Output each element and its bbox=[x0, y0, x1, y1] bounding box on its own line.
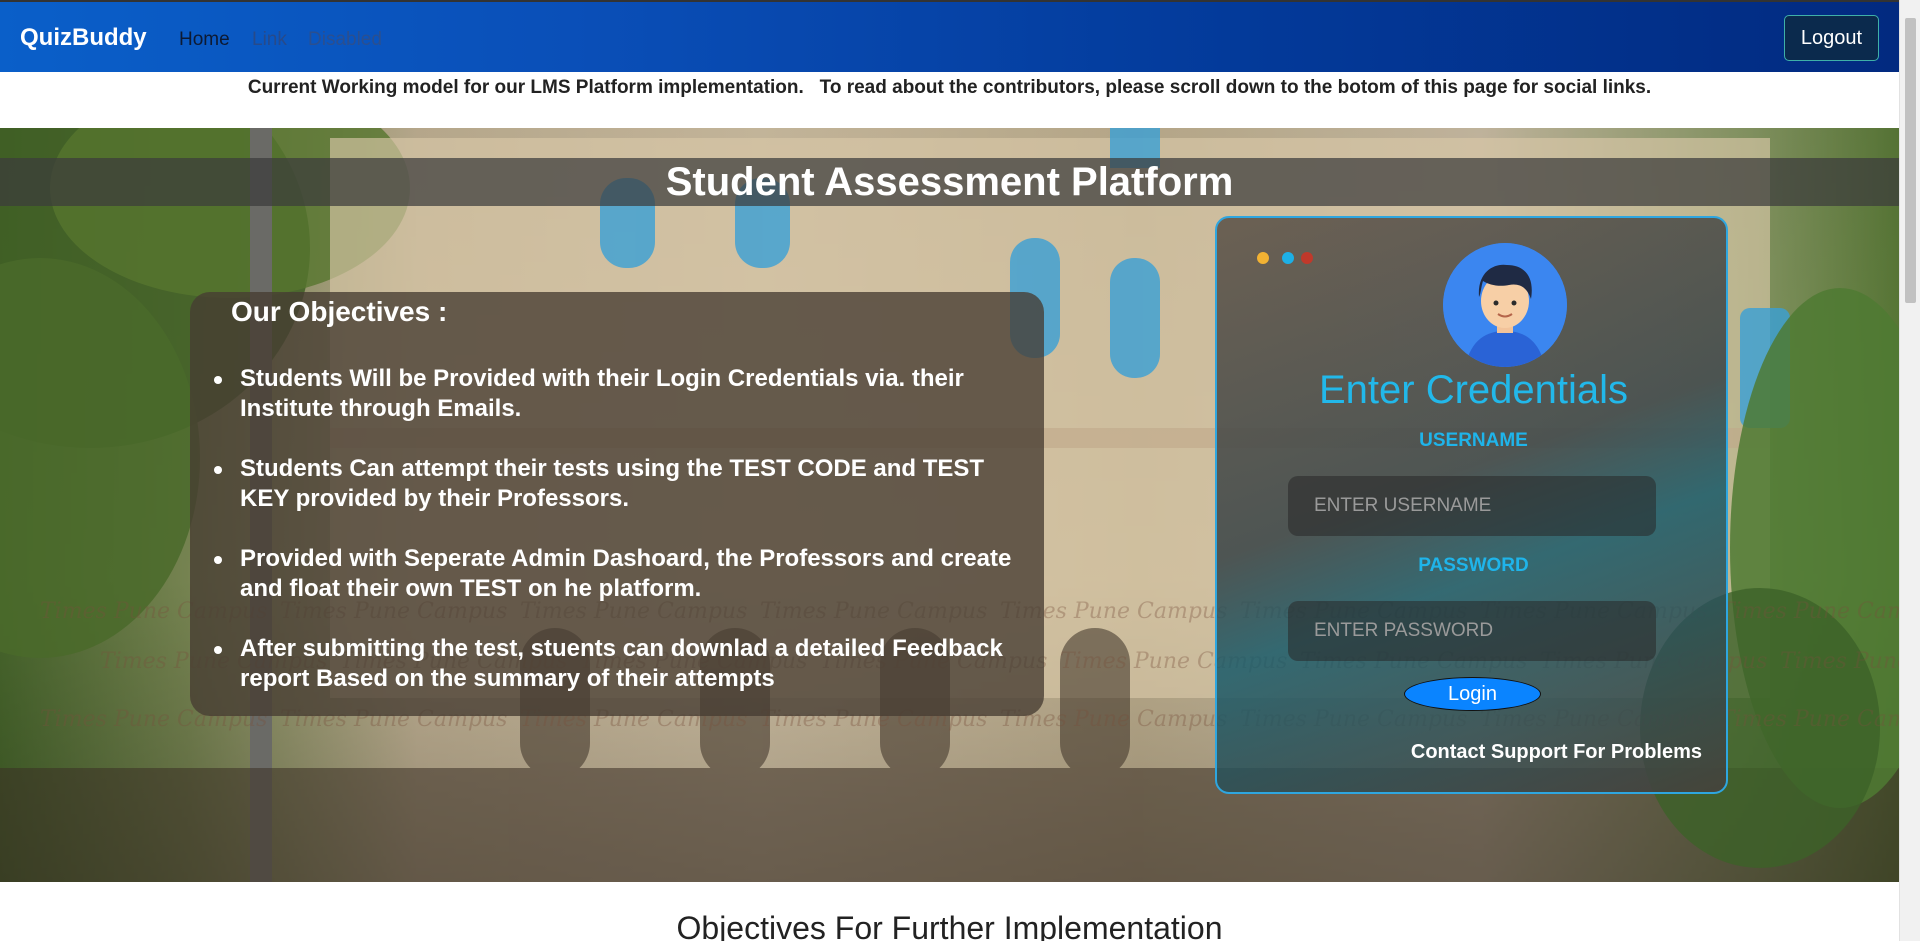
username-input[interactable] bbox=[1288, 476, 1656, 536]
user-avatar-icon bbox=[1443, 243, 1567, 367]
objective-text: Provided with Seperate Admin Dashoard, t… bbox=[240, 545, 1012, 602]
hero-title: Student Assessment Platform bbox=[665, 160, 1234, 204]
dot-yellow-icon bbox=[1257, 252, 1269, 264]
dot-blue-icon bbox=[1282, 252, 1295, 264]
page: QuizBuddy Home Link Disabled Logout Curr… bbox=[0, 0, 1899, 941]
objective-item: Provided with Seperate Admin Dashoard, t… bbox=[214, 544, 1020, 604]
objectives-panel: Our Objectives : Students Will be Provid… bbox=[190, 292, 1044, 716]
dot-red-icon bbox=[1301, 252, 1314, 264]
watermark-text: Times Pune Campus bbox=[1720, 599, 1899, 624]
nav-link-disabled: Disabled bbox=[308, 29, 382, 50]
watermark-text: Times Pune Campus bbox=[1780, 649, 1899, 674]
bullet-icon bbox=[214, 376, 222, 384]
objective-item: Students Will be Provided with their Log… bbox=[214, 364, 1020, 424]
objective-text: Students Will be Provided with their Log… bbox=[240, 365, 964, 422]
password-label: PASSWORD bbox=[1418, 555, 1529, 576]
objective-item: Students Can attempt their tests using t… bbox=[214, 454, 1020, 514]
objective-item: After submitting the test, stuents can d… bbox=[214, 634, 1020, 694]
info-banner: Current Working model for our LMS Platfo… bbox=[0, 72, 1899, 128]
brand-logo[interactable]: QuizBuddy bbox=[20, 24, 147, 52]
password-input[interactable] bbox=[1288, 601, 1656, 661]
page-scrollbar[interactable] bbox=[1899, 0, 1920, 941]
bullet-icon bbox=[214, 556, 222, 564]
login-button[interactable]: Login bbox=[1404, 677, 1541, 711]
scrollbar-thumb[interactable] bbox=[1905, 18, 1916, 303]
objectives-list: Students Will be Provided with their Log… bbox=[190, 364, 1020, 724]
hero-title-bar: Student Assessment Platform bbox=[0, 158, 1899, 206]
username-label: USERNAME bbox=[1419, 430, 1528, 451]
watermark-text: Times Pune Campus bbox=[1720, 707, 1899, 732]
login-card: Enter Credentials USERNAME PASSWORD Logi… bbox=[1215, 216, 1728, 794]
objectives-heading: Our Objectives : bbox=[231, 296, 448, 327]
further-objectives-heading: Objectives For Further Implementation bbox=[676, 910, 1223, 941]
bullet-icon bbox=[214, 646, 222, 654]
objective-text: Students Can attempt their tests using t… bbox=[240, 455, 985, 512]
logout-button[interactable]: Logout bbox=[1784, 15, 1879, 61]
nav-link-home[interactable]: Home bbox=[179, 29, 230, 51]
objective-text: After submitting the test, stuents can d… bbox=[240, 635, 1003, 692]
nav-link-link[interactable]: Link bbox=[252, 29, 287, 51]
login-title: Enter Credentials bbox=[1318, 368, 1629, 412]
info-banner-text: Current Working model for our LMS Platfo… bbox=[247, 77, 1652, 98]
hero-section: Times Pune Campus Times Pune Campus Times … bbox=[0, 128, 1899, 882]
window-dots bbox=[1257, 249, 1315, 268]
navbar: QuizBuddy Home Link Disabled Logout bbox=[0, 0, 1899, 72]
bullet-icon bbox=[214, 466, 222, 474]
contact-support-link[interactable]: Contact Support For Problems bbox=[1411, 741, 1702, 764]
